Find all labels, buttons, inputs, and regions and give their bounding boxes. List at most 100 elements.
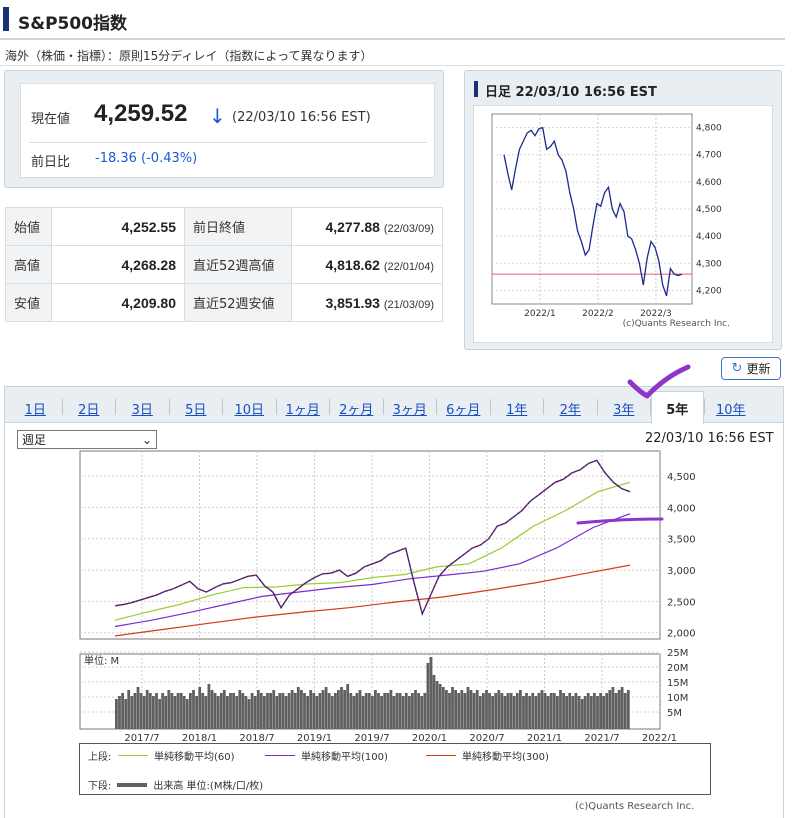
legend-swatch: [426, 755, 456, 756]
stat-value: 4,252.55: [51, 207, 185, 246]
x-tick-label: 2021/1: [527, 733, 562, 741]
delay-note: 海外（株価・指標）：原則15分ディレイ（指数によって異なります）: [5, 49, 373, 63]
volume-bar: [259, 693, 263, 729]
volume-bar: [222, 690, 226, 729]
volume-bar: [500, 693, 504, 729]
tab-separator: [275, 399, 277, 415]
volume-bar: [173, 696, 177, 729]
volume-bar: [408, 696, 411, 729]
refresh-button[interactable]: ↻ 更新: [721, 357, 781, 380]
tab-7[interactable]: 2ヶ月: [330, 395, 383, 421]
tab-3[interactable]: 3日: [116, 395, 169, 421]
volume-bar: [580, 699, 584, 729]
tab-10[interactable]: 1年: [491, 395, 544, 421]
y-tick-label: 20M: [667, 663, 688, 674]
volume-bar: [321, 690, 325, 729]
volume-bar: [198, 687, 202, 729]
volume-bar: [170, 693, 174, 729]
volume-bar: [201, 693, 205, 729]
volume-bar: [207, 684, 211, 729]
volume-bar: [537, 693, 541, 729]
volume-bar: [343, 690, 346, 729]
volume-bar: [620, 687, 624, 729]
x-tick-label: 2019/1: [297, 733, 332, 741]
tab-11[interactable]: 2年: [544, 395, 597, 421]
volume-bar: [441, 687, 445, 729]
current-value-time: (22/03/10 16:56 EST): [232, 110, 371, 125]
volume-bar: [472, 693, 476, 729]
volume-bar: [216, 696, 220, 729]
volume-bar: [346, 684, 350, 729]
y-tick-label: 25M: [667, 648, 688, 659]
volume-bar: [488, 693, 491, 729]
tab-5[interactable]: 10日: [223, 395, 276, 421]
tab-4[interactable]: 5日: [170, 395, 223, 421]
x-tick-label: 2020/7: [469, 733, 504, 741]
volume-bar: [626, 690, 630, 729]
volume-bar: [522, 696, 525, 729]
tab-2[interactable]: 2日: [63, 395, 116, 421]
volume-bar: [284, 696, 288, 729]
volume-bar: [337, 690, 340, 729]
x-tick-label: 2018/7: [239, 733, 274, 741]
legend-text: 単純移動平均(60): [154, 752, 235, 763]
y-tick-label: 3,000: [667, 566, 696, 577]
volume-bar: [315, 696, 319, 729]
volume-bar: [192, 690, 195, 729]
volume-bar: [491, 696, 494, 729]
chevron-down-icon: ⌄: [141, 432, 152, 447]
volume-bar: [330, 696, 334, 729]
volume-bar: [543, 693, 547, 729]
stats-table: 始値 4,252.55 前日終値 4,277.88 (22/03/09) 高値 …: [5, 207, 443, 322]
volume-bar: [451, 687, 454, 729]
volume-bar: [404, 693, 408, 729]
volume-bar: [448, 693, 451, 729]
volume-bar: [133, 693, 137, 729]
tab-separator: [115, 399, 116, 415]
legend-upper: 上段:: [88, 748, 111, 763]
volume-bar: [306, 696, 309, 729]
volume-bar: [460, 690, 464, 729]
volume-bar: [414, 690, 417, 729]
legend-swatch: [117, 782, 148, 787]
legend-item-ma60: 単純移動平均(60): [118, 748, 235, 763]
tab-1[interactable]: 1日: [9, 395, 62, 421]
volume-bar: [164, 696, 168, 729]
current-value-box: 現在値 4,259.52 ↓ (22/03/10 16:56 EST) 前日比 …: [20, 83, 435, 178]
tab-8[interactable]: 3ヶ月: [384, 395, 437, 421]
divider: [0, 65, 785, 66]
tab-separator: [222, 399, 223, 415]
stat-label: 高値: [5, 245, 52, 284]
y-tick-label: 4,300: [696, 259, 722, 269]
volume-bar: [352, 696, 356, 729]
period-select[interactable]: 週足 ⌄: [17, 430, 157, 449]
tab-6[interactable]: 1ヶ月: [277, 395, 330, 421]
volume-bar: [485, 690, 488, 729]
title-bar: S&P500指数: [0, 0, 785, 40]
stat-label: 直近52週高値: [184, 245, 292, 284]
volume-bar: [454, 690, 457, 729]
tab-14[interactable]: 10年: [705, 395, 758, 421]
y-tick-label: 4,500: [667, 472, 696, 483]
volume-bar: [287, 693, 291, 729]
y-tick-label: 4,200: [696, 286, 722, 296]
daily-chart: 2022/1 2022/2 2022/3 4,800 4,700 4,600 4,500 4,…: [491, 113, 730, 329]
stat-date: (22/03/09): [383, 222, 434, 235]
volume-bar: [602, 696, 605, 729]
volume-bar: [478, 696, 482, 729]
stat-label: 安値: [5, 283, 52, 322]
tab-9[interactable]: 6ヶ月: [437, 395, 490, 421]
volume-bar: [136, 687, 140, 729]
page-title: S&P500指数: [18, 14, 128, 34]
volume-bar: [556, 696, 559, 729]
volume-bar: [623, 693, 627, 729]
legend-item-ma300: 単純移動平均(300): [426, 748, 549, 763]
volume-bar: [475, 690, 479, 729]
stat-value: 4,268.28: [51, 245, 185, 284]
volume-bar: [540, 690, 544, 729]
legend-lower-label: 下段:: [88, 781, 112, 792]
y-tick-label: 5M: [667, 708, 682, 719]
volume-bar: [562, 693, 565, 729]
volume-bar: [435, 681, 439, 729]
volume-bar: [272, 690, 276, 729]
